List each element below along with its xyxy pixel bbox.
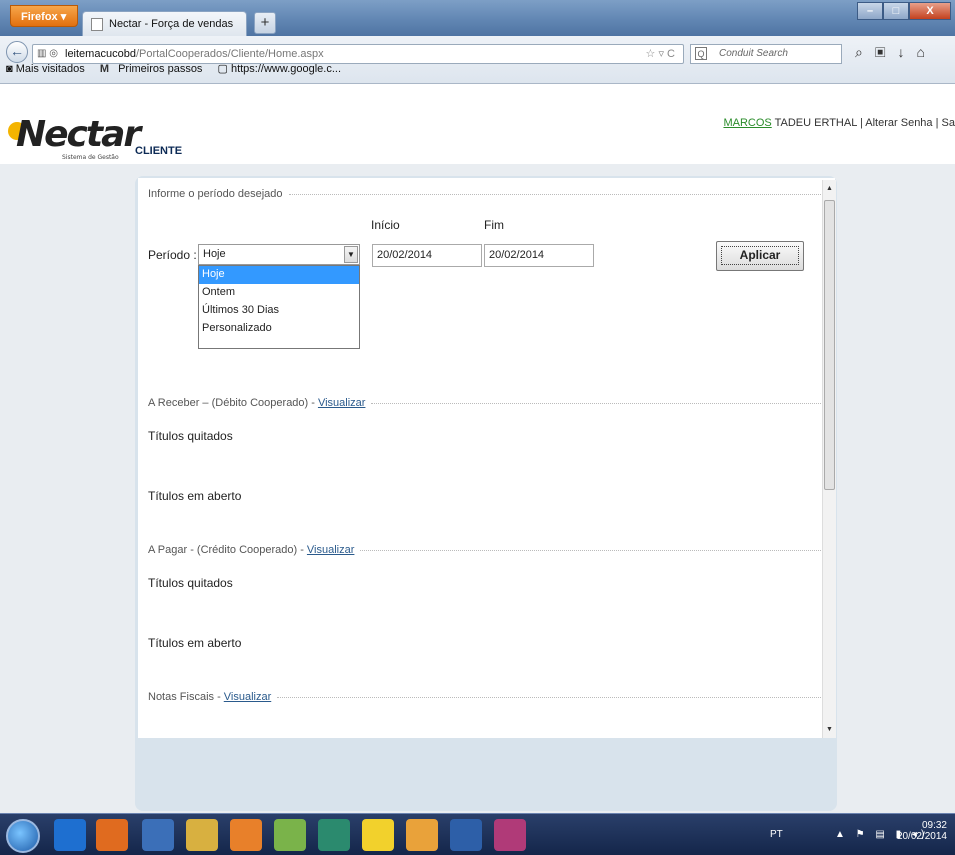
scroll-thumb[interactable] (824, 200, 835, 490)
period-dropdown: Hoje Ontem Últimos 30 Dias Personalizado (198, 265, 360, 349)
page-icon (91, 18, 103, 31)
option-yesterday[interactable]: Ontem (199, 284, 359, 302)
firefox-menu-label: Firefox (21, 11, 58, 23)
invoices-view-link[interactable]: Visualizar (224, 691, 272, 703)
option-custom[interactable]: Personalizado (199, 320, 359, 338)
period-label: Período : (148, 248, 197, 262)
file-explorer-icon[interactable] (186, 819, 218, 851)
user-links: MARCOS TADEU ERTHAL | Alterar Senha | Sa (723, 117, 955, 129)
tab-title: Nectar - Força de vendas (109, 18, 234, 30)
url-path: /PortalCooperados/Cliente/Home.aspx (135, 48, 324, 60)
user-name-link[interactable]: MARCOS (723, 117, 771, 129)
chevron-down-icon[interactable]: ▼ (344, 246, 358, 263)
firefox-taskbar-icon[interactable] (230, 819, 262, 851)
browser-titlebar: Firefox ▾ Nectar - Força de vendas + – □… (0, 0, 955, 36)
minimize-icon[interactable]: – (857, 2, 883, 20)
bookmark-star-icon[interactable]: ☆ ▿ C (646, 47, 675, 60)
network-app-icon[interactable] (142, 819, 174, 851)
bookmark-google[interactable]: ▢ https://www.google.c... (218, 63, 348, 75)
payable-legend: A Pagar - (Crédito Cooperado) - Visualiza… (148, 544, 823, 556)
period-legend: Informe o período desejado (148, 188, 823, 200)
search-input[interactable]: Q Conduit Search (690, 44, 842, 64)
page-header: Nectar Sistema de Gestão CLIENTE MARCOS … (0, 84, 955, 164)
apply-button[interactable]: Aplicar (716, 241, 804, 271)
exit-link[interactable]: Sa (942, 117, 955, 129)
invoices-legend: Notas Fiscais - Visualizar (148, 691, 823, 703)
option-last-30-days[interactable]: Últimos 30 Dias (199, 302, 359, 320)
app-icon-2[interactable] (318, 819, 350, 851)
end-label: Fim (484, 218, 504, 232)
media-player-icon[interactable] (96, 819, 128, 851)
start-date-input[interactable]: 20/02/2014 (372, 244, 482, 267)
url-bar[interactable]: ▥ ◎ leitemacucobd/PortalCooperados/Clien… (32, 44, 684, 64)
user-name-rest: TADEU ERTHAL (771, 117, 857, 129)
scroll-up-icon[interactable]: ▲ (826, 185, 833, 192)
ie-icon[interactable] (54, 819, 86, 851)
browser-navbar: ← ▥ ◎ leitemacucobd/PortalCooperados/Cli… (0, 36, 955, 84)
back-arrow-icon[interactable]: ← (6, 41, 28, 63)
window-controls: – □ X (857, 2, 951, 20)
language-indicator[interactable]: PT (770, 829, 783, 840)
search-engine-icon[interactable]: Q (695, 47, 707, 60)
start-label: Início (371, 218, 400, 232)
paint-icon[interactable] (494, 819, 526, 851)
windows-taskbar: PT ▲ ⚑ ▤ ▮ ◂) 09:32 20/02/2014 (0, 813, 955, 855)
receivable-legend: A Receber – (Débito Cooperado) - Visualiz… (148, 397, 823, 409)
search-placeholder: Conduit Search (719, 48, 788, 59)
change-password-link[interactable]: Alterar Senha (865, 117, 932, 129)
menu-icon[interactable]: ▣ (875, 44, 898, 60)
nectar-logo: Nectar Sistema de Gestão (8, 114, 141, 161)
period-select[interactable]: Hoje ▼ (198, 244, 360, 265)
firefox-menu-button[interactable]: Firefox ▾ (10, 5, 78, 27)
bookmark-getting-started[interactable]: M Primeiros passos (100, 63, 209, 75)
maximize-icon[interactable]: □ (883, 2, 909, 20)
vertical-scrollbar[interactable]: ▲ ▼ (822, 180, 836, 738)
download-icon[interactable]: ↓ (898, 44, 917, 60)
toolbar-icons: ⌕▣↓⌂ (855, 44, 937, 61)
sticky-notes-icon[interactable] (362, 819, 394, 851)
option-today[interactable]: Hoje (199, 266, 359, 284)
payable-paid: Títulos quitados (148, 576, 233, 590)
receivable-open: Títulos em aberto (148, 489, 242, 503)
new-tab-button[interactable]: + (254, 12, 276, 34)
site-identity-icon: ▥ ◎ (37, 48, 58, 59)
word-icon[interactable] (450, 819, 482, 851)
bookmarks-bar: ◙ Mais visitados M Primeiros passos ▢ ht… (6, 62, 353, 75)
app-icon[interactable] (274, 819, 306, 851)
clock[interactable]: 09:32 20/02/2014 (897, 820, 947, 842)
scroll-down-icon[interactable]: ▼ (826, 726, 833, 733)
payable-view-link[interactable]: Visualizar (307, 544, 355, 556)
section-title: CLIENTE (135, 145, 183, 157)
receivable-view-link[interactable]: Visualizar (318, 397, 366, 409)
receivable-paid: Títulos quitados (148, 429, 233, 443)
end-date-input[interactable]: 20/02/2014 (484, 244, 594, 267)
content-panel: Informe o período desejado Início Fim Pe… (138, 178, 835, 738)
payable-open: Títulos em aberto (148, 636, 242, 650)
browser-tab[interactable]: Nectar - Força de vendas (82, 11, 247, 36)
url-host: leitemacucobd (65, 48, 136, 60)
search-icon[interactable]: ⌕ (855, 44, 875, 60)
outlook-icon[interactable] (406, 819, 438, 851)
bookmark-most-visited[interactable]: ◙ Mais visitados (6, 63, 91, 75)
start-button-icon[interactable] (6, 819, 40, 853)
home-icon[interactable]: ⌂ (917, 44, 937, 60)
close-icon[interactable]: X (909, 2, 951, 20)
